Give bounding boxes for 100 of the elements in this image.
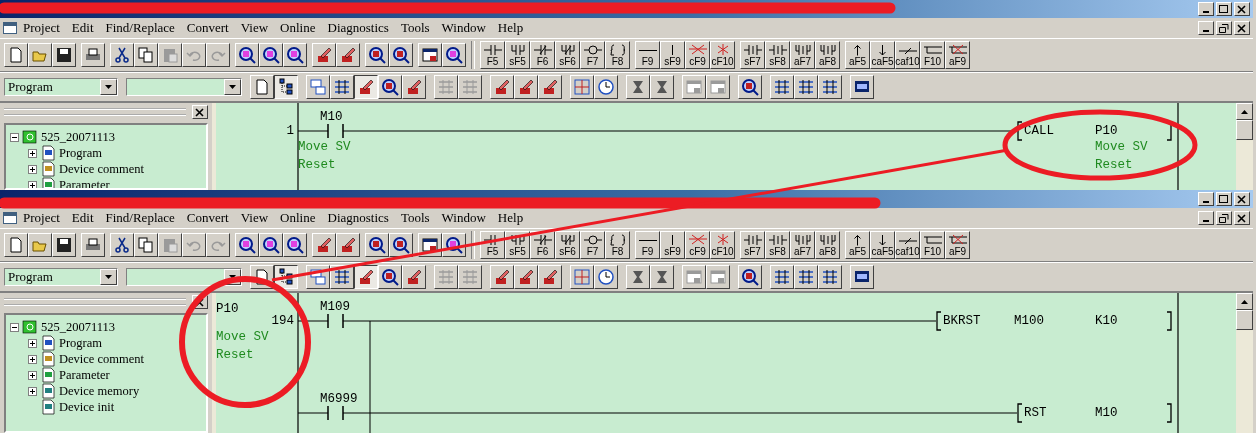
menu-item[interactable]: Convert bbox=[180, 210, 235, 226]
function-key-button[interactable]: sF6 bbox=[555, 231, 580, 259]
menu-item[interactable]: Project bbox=[17, 210, 66, 226]
tree-item[interactable]: Device comment bbox=[59, 161, 145, 177]
tree-item[interactable]: Program bbox=[59, 335, 103, 351]
function-key-button[interactable]: cF9 bbox=[685, 231, 710, 259]
menu-item[interactable]: Tools bbox=[394, 20, 436, 36]
menu-item[interactable]: Find/Replace bbox=[99, 210, 181, 226]
dropdown[interactable] bbox=[126, 78, 242, 96]
function-key-button[interactable]: sF8 bbox=[765, 231, 790, 259]
function-key-button[interactable]: sF9 bbox=[660, 41, 685, 69]
function-key-button[interactable]: F7 bbox=[580, 41, 605, 69]
function-key-button[interactable]: cF10 bbox=[710, 231, 735, 259]
menu-item[interactable]: Project bbox=[17, 20, 66, 36]
scroll-up-button[interactable] bbox=[1236, 293, 1253, 310]
menu-item[interactable]: View bbox=[234, 20, 275, 36]
menu-item[interactable]: Help bbox=[491, 20, 530, 36]
window-button[interactable] bbox=[1234, 2, 1250, 16]
menu-item[interactable]: Help bbox=[491, 210, 530, 226]
function-key-button[interactable]: cF9 bbox=[685, 41, 710, 69]
menu-item[interactable]: View bbox=[234, 210, 275, 226]
collapse-icon[interactable] bbox=[10, 132, 19, 142]
tree-item[interactable]: Program bbox=[59, 145, 103, 161]
menu-item[interactable]: Edit bbox=[65, 20, 100, 36]
function-key-button[interactable]: F9 bbox=[635, 231, 660, 259]
menu-item[interactable]: Diagnostics bbox=[321, 20, 395, 36]
menu-item[interactable]: Tools bbox=[394, 210, 436, 226]
window-button[interactable] bbox=[1198, 211, 1214, 225]
tree-item[interactable]: 525_20071113 bbox=[41, 319, 116, 335]
close-button[interactable] bbox=[192, 105, 208, 119]
function-key-button[interactable]: sF5 bbox=[505, 41, 530, 69]
window-button[interactable] bbox=[1198, 2, 1214, 16]
tree-item[interactable]: Device init bbox=[59, 399, 115, 415]
tree-item[interactable]: 525_20071113 bbox=[41, 129, 116, 145]
function-key-button[interactable]: caF5 bbox=[870, 231, 895, 259]
function-key-button[interactable]: sF6 bbox=[555, 41, 580, 69]
window-button[interactable] bbox=[1216, 192, 1232, 206]
menu-item[interactable]: Online bbox=[274, 20, 322, 36]
window-button[interactable] bbox=[1216, 21, 1232, 35]
function-key-button[interactable]: F8 bbox=[605, 231, 630, 259]
scroll-thumb[interactable] bbox=[1236, 310, 1253, 330]
menu-item[interactable]: Convert bbox=[180, 20, 235, 36]
dropdown[interactable] bbox=[126, 268, 242, 286]
expand-icon[interactable] bbox=[28, 338, 37, 348]
restore-icon bbox=[1219, 213, 1229, 223]
function-key-button[interactable]: F10 bbox=[920, 231, 945, 259]
function-key-button[interactable]: F7 bbox=[580, 231, 605, 259]
tree-item[interactable]: Device comment bbox=[59, 351, 145, 367]
expand-icon[interactable] bbox=[28, 370, 37, 380]
window-button[interactable] bbox=[1234, 192, 1250, 206]
function-key-button[interactable]: F6 bbox=[530, 231, 555, 259]
toolbar-button[interactable] bbox=[274, 75, 298, 99]
function-key-button[interactable]: aF9 bbox=[945, 41, 970, 69]
mode-dropdown[interactable]: Program bbox=[4, 268, 118, 286]
window-button[interactable] bbox=[1216, 211, 1232, 225]
mode-dropdown[interactable]: Program bbox=[4, 78, 118, 96]
expand-icon[interactable] bbox=[28, 386, 37, 396]
window-button[interactable] bbox=[1216, 2, 1232, 16]
function-key-button[interactable]: aF9 bbox=[945, 231, 970, 259]
scroll-up-button[interactable] bbox=[1236, 103, 1253, 120]
function-key-button[interactable]: F8 bbox=[605, 41, 630, 69]
function-key-button[interactable]: aF5 bbox=[845, 41, 870, 69]
function-key-button[interactable]: F10 bbox=[920, 41, 945, 69]
menu-item[interactable]: Diagnostics bbox=[321, 210, 395, 226]
expand-icon[interactable] bbox=[28, 148, 37, 158]
menu-item[interactable]: Window bbox=[435, 210, 492, 226]
menu-item[interactable]: Window bbox=[435, 20, 492, 36]
toolbar-button[interactable] bbox=[354, 265, 378, 289]
expand-icon[interactable] bbox=[28, 164, 37, 174]
toolbar-button[interactable] bbox=[354, 75, 378, 99]
window-button[interactable] bbox=[1234, 21, 1250, 35]
window-button[interactable] bbox=[1198, 21, 1214, 35]
panel-grip[interactable] bbox=[4, 298, 186, 306]
menu-item[interactable]: Edit bbox=[65, 210, 100, 226]
function-key-button[interactable]: F9 bbox=[635, 41, 660, 69]
function-key-button[interactable]: F5 bbox=[480, 41, 505, 69]
function-key-button[interactable]: sF7 bbox=[740, 41, 765, 69]
function-key-button[interactable]: F6 bbox=[530, 41, 555, 69]
function-key-button[interactable]: cF10 bbox=[710, 41, 735, 69]
function-key-button[interactable]: aF7 bbox=[790, 41, 815, 69]
function-key-button[interactable]: sF9 bbox=[660, 231, 685, 259]
function-key-button[interactable]: caF5 bbox=[870, 41, 895, 69]
tree-item[interactable]: Parameter bbox=[59, 177, 110, 188]
window-button[interactable] bbox=[1198, 192, 1214, 206]
function-key-button[interactable]: aF5 bbox=[845, 231, 870, 259]
tree-item[interactable]: Parameter bbox=[59, 367, 110, 383]
window-button[interactable] bbox=[1234, 211, 1250, 225]
function-key-button[interactable]: aF8 bbox=[815, 41, 840, 69]
function-key-button[interactable]: sF8 bbox=[765, 41, 790, 69]
expand-icon[interactable] bbox=[28, 354, 37, 364]
expand-icon[interactable] bbox=[28, 180, 37, 188]
collapse-icon[interactable] bbox=[10, 322, 19, 332]
menu-item[interactable]: Online bbox=[274, 210, 322, 226]
function-key-button[interactable]: aF8 bbox=[815, 231, 840, 259]
function-key-button[interactable]: sF7 bbox=[740, 231, 765, 259]
scroll-thumb[interactable] bbox=[1236, 120, 1253, 140]
panel-grip[interactable] bbox=[4, 108, 186, 116]
menu-item[interactable]: Find/Replace bbox=[99, 20, 181, 36]
function-key-button[interactable]: aF7 bbox=[790, 231, 815, 259]
tree-item[interactable]: Device memory bbox=[59, 383, 140, 399]
